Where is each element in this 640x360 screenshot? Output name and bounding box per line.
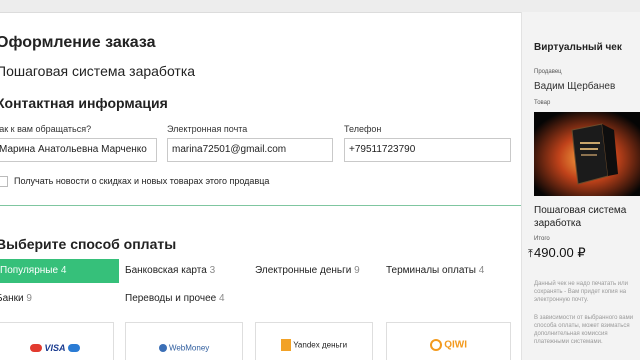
mastercard-icon [30,344,43,352]
product-box-art [534,112,640,196]
tab-popular-count: 4 [60,265,67,276]
tab-banks[interactable]: Банки 9 [0,287,32,311]
section-divider [0,205,521,206]
payment-method-webmoney[interactable]: WebMoney [125,322,243,360]
total-label: Итого [534,236,550,242]
tab-e-money-count: 9 [354,265,360,276]
tab-bank-card-count: 3 [209,265,216,276]
name-field[interactable]: Марина Анатольевна Марченко [0,138,157,162]
tab-terminals[interactable]: Терминалы оплаты 4 [386,259,484,283]
yandex-money-icon [280,339,291,351]
webmoney-icon [158,343,167,352]
qiwi-icon [429,339,442,351]
payment-heading: Выберите способ оплаты [0,236,177,252]
name-label: Как к вам обращаться? [0,124,92,134]
news-label: Получать новости о скидках и новых товар… [14,176,270,186]
news-checkbox[interactable] [0,176,8,188]
seller-label: Продавец [534,69,562,75]
receipt-title: Виртуальный чек [534,42,622,53]
tab-popular-label: Популярные [0,265,59,276]
tab-terminals-label: Терминалы оплаты [386,265,476,276]
payment-method-qiwi[interactable]: QIWI [386,322,511,360]
page-title: Оформление заказа [0,34,156,51]
maestro-icon [67,344,80,352]
virtual-receipt: Виртуальный чек Продавец Вадим Щербанев … [521,12,640,360]
product-name: Пошаговая система заработка [534,205,627,229]
tab-bank-card[interactable]: Банковская карта 3 [125,259,215,283]
email-field[interactable]: marina72501@gmail.com [167,138,333,162]
tab-e-money-label: Электронные деньги [255,265,352,276]
news-checkbox-row[interactable]: Получать новости о скидках и новых товар… [0,176,270,188]
product-label: Товар [534,100,551,106]
seller-name: Вадим Щербанев [534,81,616,92]
email-label: Электронная почта [167,124,248,134]
receipt-note-email: Данный чек не надо печатать или сохранят… [534,281,628,303]
visa-label: VISA [44,343,66,353]
payment-method-yandex[interactable]: Yandex деньги [255,322,373,360]
total-price: 490.00 ₽ [534,245,586,260]
tab-popular[interactable]: Популярные 4 [0,259,119,283]
phone-field[interactable]: +79511723790 [344,138,511,162]
product-image [534,112,640,196]
mouse-cursor-icon: ⤒ [528,248,533,260]
tab-transfers[interactable]: Переводы и прочее 4 [125,287,225,311]
tab-transfers-count: 4 [219,293,225,304]
tab-e-money[interactable]: Электронные деньги 9 [255,259,360,283]
tab-banks-count: 9 [26,293,32,304]
tab-bank-card-label: Банковская карта [125,265,207,276]
tab-transfers-label: Переводы и прочее [125,293,217,304]
tab-terminals-count: 4 [478,265,485,276]
payment-method-cards[interactable]: VISA [0,322,114,360]
checkout-main: Оформление заказа Пошаговая система зара… [0,12,521,360]
yandex-label: Yandex деньги [293,340,348,350]
page-subtitle: Пошаговая система заработка [0,63,196,79]
phone-label: Телефон [344,124,382,134]
contact-heading: Контактная информация [0,95,168,111]
qiwi-label: QIWI [444,339,467,351]
tab-banks-label: Банки [0,293,24,304]
receipt-note-commission: В зависимости от выбранного вами способа… [534,315,634,345]
webmoney-label: WebMoney [168,343,210,353]
